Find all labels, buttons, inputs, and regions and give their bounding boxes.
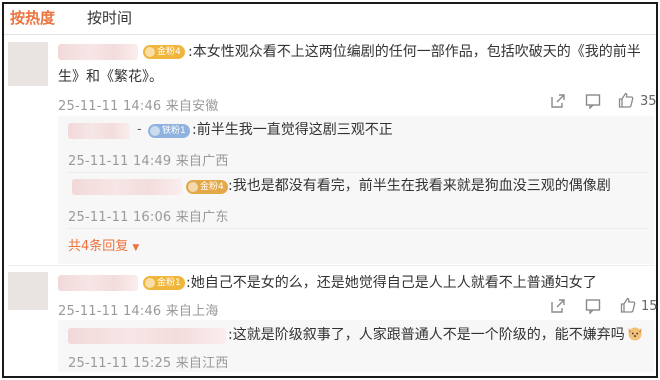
reply-meta: 25-11-11 16:06 来自广东 bbox=[68, 210, 229, 225]
comment-text: :本女性观众看不上这两位编剧的任何一部作品，包括吹破天的《我的前半 bbox=[188, 44, 641, 60]
like-icon[interactable] bbox=[620, 297, 636, 313]
reply-text-content: :这就是阶级叙事了，人家跟普通人不是一个阶级的，能不嫌弃吗 bbox=[228, 327, 625, 343]
comment-icon[interactable] bbox=[585, 93, 601, 109]
more-replies-link[interactable]: 共4条回复 ▼ bbox=[68, 235, 139, 254]
comment-text-continued: 生》和《繁花》。 bbox=[58, 69, 163, 85]
reply-text: :前半生我一直觉得这剧三观不正 bbox=[192, 122, 393, 138]
caret-down-icon: ▼ bbox=[132, 243, 140, 253]
username-blurred[interactable] bbox=[58, 275, 138, 291]
tab-sort-by-time[interactable]: 按时间 bbox=[87, 7, 132, 29]
username-blurred[interactable] bbox=[72, 179, 182, 195]
reply-text: :我也是都没有看完，前半生在我看来就是狗血没三观的偶像剧 bbox=[228, 178, 611, 194]
username-blurred[interactable] bbox=[68, 123, 130, 139]
comment-icon[interactable] bbox=[585, 298, 601, 314]
sort-tabs: 按热度 按时间 bbox=[10, 7, 132, 29]
reply-meta: 25-11-11 15:25 来自江西 bbox=[68, 356, 229, 371]
reply-meta: 25-11-11 14:49 来自广西 bbox=[68, 154, 229, 169]
comment-text: :她自己不是女的么，还是她觉得自己是人上人就看不上普通妇女了 bbox=[186, 275, 597, 291]
username-blurred[interactable] bbox=[68, 328, 226, 344]
reply-divider bbox=[68, 228, 648, 229]
share-icon[interactable] bbox=[550, 93, 566, 109]
dog-emoji-icon bbox=[628, 327, 642, 341]
reply-prefix: - bbox=[137, 122, 142, 137]
tab-divider bbox=[4, 34, 656, 35]
reply-divider bbox=[68, 172, 648, 173]
share-icon[interactable] bbox=[550, 298, 566, 314]
username-blurred[interactable] bbox=[58, 44, 138, 60]
avatar[interactable] bbox=[8, 272, 48, 310]
fan-badge[interactable]: 铁粉1 bbox=[148, 124, 190, 138]
fan-badge[interactable]: 金粉4 bbox=[143, 45, 185, 59]
reply-text: :这就是阶级叙事了，人家跟普通人不是一个阶级的，能不嫌弃吗 bbox=[228, 323, 643, 348]
fan-badge[interactable]: 金粉4 bbox=[186, 180, 228, 194]
comment-divider bbox=[8, 265, 654, 266]
like-count: 35 bbox=[640, 94, 657, 109]
fan-badge[interactable]: 金粉1 bbox=[143, 276, 185, 290]
like-count: 15 bbox=[641, 299, 658, 314]
tab-sort-by-hot[interactable]: 按热度 bbox=[10, 7, 55, 29]
avatar[interactable] bbox=[8, 42, 48, 86]
like-icon[interactable] bbox=[618, 92, 634, 108]
comment-meta: 25-11-11 14:46 来自安徽 bbox=[58, 99, 219, 114]
comment-meta: 25-11-11 14:46 来自上海 bbox=[58, 304, 219, 319]
more-replies-label: 共4条回复 bbox=[68, 239, 129, 254]
